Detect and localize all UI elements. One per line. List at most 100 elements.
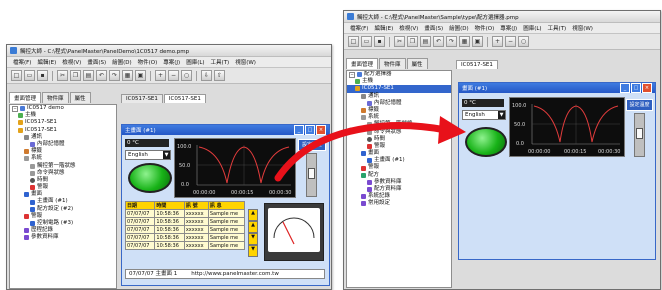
menu-project[interactable]: 專案(J) (163, 58, 180, 66)
tree-node-control[interactable]: 控制電路 (#3) (10, 220, 116, 227)
left-menu-bar: 檔案(F) 編輯(E) 檢視(V) 畫面(S) 繪圖(D) 物件(O) 專案(J… (7, 57, 331, 68)
doc-tab-2[interactable]: IC0517-SE1 (163, 94, 206, 103)
zoom-in-icon[interactable]: + (492, 36, 503, 47)
tree-node-tags[interactable]: 標籤 (10, 148, 116, 155)
save-icon[interactable]: ▪ (37, 70, 48, 81)
save-icon[interactable]: ▪ (374, 36, 385, 47)
tree-node-system-log[interactable]: 系統記錄 (347, 193, 451, 200)
zoom-in-icon[interactable]: + (155, 70, 166, 81)
tree-node-time[interactable]: 時間 (10, 177, 116, 184)
open-folder-icon[interactable]: ▭ (24, 70, 35, 81)
menu-object[interactable]: 物件(O) (475, 24, 495, 32)
scroll-page-up-button[interactable]: ▲ (248, 221, 258, 233)
tree-node-history[interactable]: 歷程記錄 (10, 227, 116, 234)
menu-view[interactable]: 檢視(V) (399, 24, 418, 32)
table-row[interactable]: 07/07/07 10:58:36 xxxxxx Sample me (124, 217, 246, 226)
tree-node-db[interactable]: 參數資料庫 (10, 234, 116, 241)
table-row[interactable]: 07/07/07 10:58:36 xxxxxx Sample me (124, 209, 246, 218)
tab-screen-manager[interactable]: 畫面管理 (346, 58, 379, 69)
download-icon[interactable]: ⇩ (201, 70, 212, 81)
tree-node-main-screen[interactable]: 主畫面 (#1) (10, 198, 116, 205)
project-icon (20, 106, 25, 112)
copy-icon[interactable]: ❐ (70, 70, 81, 81)
scroll-up-button[interactable]: ▲ (248, 209, 258, 221)
menu-library[interactable]: 圖庫(L) (523, 24, 541, 32)
menu-screen[interactable]: 畫面(S) (87, 58, 106, 66)
menu-screen[interactable]: 畫面(S) (424, 24, 443, 32)
doc-tab-1[interactable]: IC0517-SE1 (121, 94, 163, 103)
collapse-icon[interactable]: − (349, 71, 355, 78)
start-button[interactable] (465, 127, 507, 157)
grid-icon[interactable]: ▦ (459, 36, 470, 47)
tab-properties[interactable]: 屬性 (69, 92, 91, 103)
menu-file[interactable]: 檔案(F) (13, 58, 31, 66)
tab-object-library[interactable]: 物件庫 (379, 58, 406, 69)
maximize-icon[interactable]: □ (631, 83, 641, 93)
tree-node-command[interactable]: 命令與狀態 (10, 170, 116, 177)
tree-node-device[interactable]: IC0517-SE1 (10, 127, 116, 134)
doc-tab-1[interactable]: IC0517-SE1 (456, 60, 498, 69)
zoom-out-icon[interactable]: − (505, 36, 516, 47)
tree-node-system[interactable]: 系統 (10, 155, 116, 162)
open-folder-icon[interactable]: ▭ (361, 36, 372, 47)
tab-properties[interactable]: 屬性 (406, 58, 428, 69)
menu-project[interactable]: 專案(J) (500, 24, 517, 32)
table-row[interactable]: 07/07/07 10:58:36 xxxxxx Sample me (124, 225, 246, 234)
language-select[interactable]: English ▼ (125, 150, 171, 160)
menu-object[interactable]: 物件(O) (138, 58, 158, 66)
tree-node-device[interactable]: IC0517-SE1 (10, 119, 116, 126)
new-file-icon[interactable]: □ (11, 70, 22, 81)
alarm-icon (30, 185, 35, 191)
upload-icon[interactable]: ⇧ (214, 70, 225, 81)
paste-icon[interactable]: ▤ (420, 36, 431, 47)
tree-node-alarm[interactable]: 警報 (10, 184, 116, 191)
tab-object-library[interactable]: 物件庫 (42, 92, 69, 103)
tree-node-host[interactable]: 主機 (10, 112, 116, 119)
tree-node-comm[interactable]: 通訊 (10, 134, 116, 141)
menu-file[interactable]: 檔案(F) (350, 24, 368, 32)
tree-node-host[interactable]: 主機 (347, 78, 451, 85)
menu-edit[interactable]: 編輯(E) (374, 24, 393, 32)
start-button[interactable] (128, 163, 172, 193)
tree-node-alarms[interactable]: 警報 (10, 213, 116, 220)
copy-icon[interactable]: ❐ (407, 36, 418, 47)
scroll-page-down-button[interactable]: ▼ (248, 233, 258, 245)
table-row[interactable]: 07/07/07 10:58:36 xxxxxx Sample me (124, 233, 246, 242)
collapse-icon[interactable]: − (12, 105, 18, 112)
tree-node-touch-state[interactable]: 觸控第一階狀態 (10, 163, 116, 170)
scroll-down-button[interactable]: ▼ (248, 245, 258, 257)
temperature-slider[interactable] (634, 113, 645, 157)
menu-tools[interactable]: 工具(T) (548, 24, 567, 32)
redo-icon[interactable]: ↷ (446, 36, 457, 47)
menu-view[interactable]: 檢視(V) (62, 58, 81, 66)
screen-icon[interactable]: ▣ (135, 70, 146, 81)
menu-library[interactable]: 圖庫(L) (186, 58, 204, 66)
zoom-icon[interactable]: ○ (181, 70, 192, 81)
grid-icon[interactable]: ▦ (122, 70, 133, 81)
menu-draw[interactable]: 繪圖(D) (112, 58, 132, 66)
redo-icon[interactable]: ↷ (109, 70, 120, 81)
screen-icon[interactable]: ▣ (472, 36, 483, 47)
slider-knob[interactable] (636, 128, 643, 139)
tree-node-recipe-screen[interactable]: 配方設定 (#2) (10, 206, 116, 213)
menu-tools[interactable]: 工具(T) (211, 58, 230, 66)
table-row[interactable]: 07/07/07 10:58:36 xxxxxx Sample me (124, 241, 246, 250)
paste-icon[interactable]: ▤ (83, 70, 94, 81)
undo-icon[interactable]: ↶ (96, 70, 107, 81)
minimize-icon[interactable]: _ (620, 83, 630, 93)
close-icon[interactable]: × (642, 83, 652, 93)
zoom-icon[interactable]: ○ (518, 36, 529, 47)
tree-node-common[interactable]: 常用設定 (347, 200, 451, 207)
cut-icon[interactable]: ✂ (57, 70, 68, 81)
tab-screen-manager[interactable]: 畫面管理 (9, 92, 42, 103)
undo-icon[interactable]: ↶ (433, 36, 444, 47)
set-temperature-button[interactable]: 設定溫度 (626, 99, 653, 111)
menu-window[interactable]: 視窗(W) (235, 58, 256, 66)
menu-window[interactable]: 視窗(W) (572, 24, 593, 32)
menu-edit[interactable]: 編輯(E) (37, 58, 56, 66)
cut-icon[interactable]: ✂ (394, 36, 405, 47)
zoom-out-icon[interactable]: − (168, 70, 179, 81)
menu-draw[interactable]: 繪圖(D) (449, 24, 469, 32)
new-file-icon[interactable]: □ (348, 36, 359, 47)
tree-node-memory[interactable]: 內部記憶體 (10, 141, 116, 148)
